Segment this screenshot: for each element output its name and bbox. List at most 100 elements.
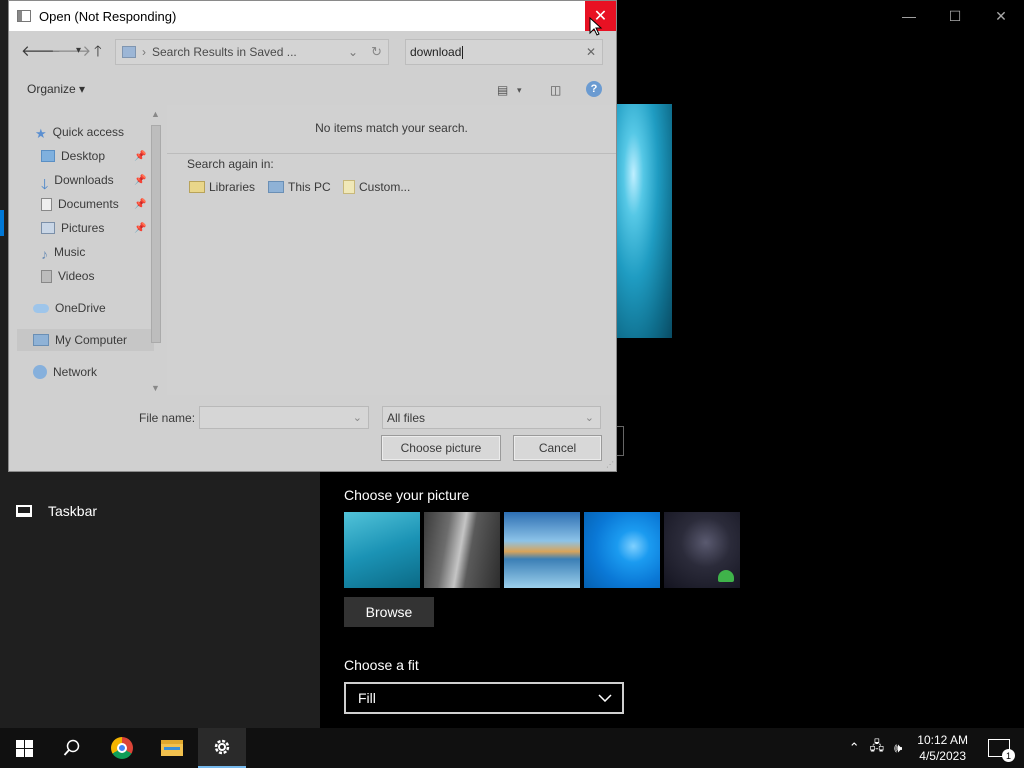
search-location-this-pc[interactable]: This PC (268, 180, 331, 194)
dialog-navigation-bar: 🡐 🡒 ▾ 🡑 › Search Results in Saved ... ⌄ … (9, 31, 616, 73)
pin-icon: 📌 (134, 223, 147, 234)
forward-arrow-icon[interactable]: 🡒 (51, 41, 91, 60)
libraries-icon (189, 181, 205, 193)
chevron-down-icon[interactable]: ⌄ (353, 411, 362, 424)
chrome-icon (111, 737, 133, 759)
computer-icon (268, 181, 284, 193)
scroll-down-icon[interactable]: ▼ (151, 383, 160, 393)
recent-locations-chevron-icon[interactable]: ▾ (76, 45, 81, 56)
download-icon: 🡓 (41, 176, 49, 192)
chevron-down-icon (598, 694, 612, 702)
file-name-field[interactable]: ⌄ (199, 406, 369, 429)
nav-item-label: Pictures (61, 221, 105, 235)
selected-nav-indicator (0, 210, 4, 236)
search-folder-icon (122, 46, 136, 58)
choose-picture-button[interactable]: Choose picture (381, 435, 501, 461)
nav-item-onedrive[interactable]: OneDrive (33, 301, 106, 315)
choose-picture-heading: Choose your picture (344, 487, 470, 503)
file-type-dropdown[interactable]: All files ⌄ (382, 406, 601, 429)
star-icon: ★ (35, 126, 47, 141)
help-icon[interactable]: ? (586, 81, 602, 97)
document-icon (41, 197, 52, 211)
nav-item-videos[interactable]: Videos (41, 269, 94, 283)
scroll-up-icon[interactable]: ▲ (151, 109, 160, 119)
scroll-thumb[interactable] (151, 125, 161, 343)
resize-grip-icon[interactable]: ⋰ (606, 460, 614, 469)
view-options-chevron-icon[interactable]: ▾ (517, 85, 522, 96)
picture-thumbnail[interactable] (344, 512, 420, 588)
file-list-pane: No items match your search. Search again… (167, 105, 616, 395)
fit-dropdown-value: Fill (358, 690, 376, 706)
nav-item-label: OneDrive (55, 301, 106, 315)
action-center-button[interactable]: 1 (988, 739, 1015, 762)
fit-dropdown[interactable]: Fill (344, 682, 624, 714)
notification-count-badge: 1 (1002, 749, 1015, 762)
nav-item-desktop[interactable]: Desktop (41, 149, 105, 163)
search-icon (63, 739, 80, 756)
minimize-button[interactable]: — (886, 0, 932, 32)
taskbar: ⌃ 🖧 🕪 10:12 AM 4/5/2023 1 (0, 728, 1024, 768)
taskbar-chrome[interactable] (98, 728, 146, 768)
picture-thumbnail[interactable] (424, 512, 500, 588)
nav-item-label: Desktop (61, 149, 106, 163)
dialog-title: Open (Not Responding) (39, 8, 177, 24)
volume-icon[interactable]: 🕪 (894, 740, 902, 756)
dialog-titlebar[interactable]: Open (Not Responding) ✕ (9, 1, 616, 31)
network-icon (33, 365, 47, 379)
search-location-label: This PC (288, 180, 331, 194)
nav-item-quick-access[interactable]: ★ Quick access (35, 125, 125, 141)
chevron-down-icon: ⌄ (584, 412, 594, 424)
up-arrow-icon[interactable]: 🡑 (94, 41, 102, 66)
breadcrumb-separator-icon: › (142, 45, 146, 59)
clear-search-icon[interactable]: ✕ (586, 45, 596, 59)
address-dropdown-chevron-icon[interactable]: ⌄ (348, 45, 358, 59)
network-icon[interactable]: 🖧 (870, 737, 885, 759)
nav-item-downloads[interactable]: 🡓 Downloads (41, 173, 114, 192)
picture-thumbnail[interactable] (584, 512, 660, 588)
nav-item-my-computer[interactable]: My Computer (33, 333, 127, 347)
clock[interactable]: 10:12 AM 4/5/2023 (917, 732, 968, 764)
background-preview-image (617, 104, 672, 338)
nav-item-label: Quick access (52, 125, 125, 139)
picture-thumbnail[interactable] (664, 512, 740, 588)
maximize-button[interactable]: ☐ (932, 0, 978, 32)
close-button[interactable]: ✕ (978, 0, 1024, 32)
browse-button[interactable]: Browse (344, 597, 434, 627)
search-input[interactable]: download ✕ (405, 39, 603, 65)
file-type-value: All files (387, 410, 426, 425)
pin-icon: 📌 (134, 175, 147, 186)
nav-item-music[interactable]: ♪ Music (41, 245, 85, 262)
taskbar-search-button[interactable] (48, 728, 96, 768)
nav-item-taskbar[interactable]: Taskbar (16, 503, 97, 519)
search-location-label: Custom... (359, 180, 411, 194)
computer-icon (33, 334, 49, 346)
nav-item-label: Documents (58, 197, 119, 211)
preview-frame (617, 426, 624, 456)
address-bar[interactable]: › Search Results in Saved ... ⌄ ↻ (115, 39, 389, 65)
refresh-icon[interactable]: ↻ (371, 44, 382, 60)
system-tray: ⌃ 🖧 🕪 10:12 AM 4/5/2023 1 (844, 728, 1024, 768)
cancel-button[interactable]: Cancel (513, 435, 602, 461)
dialog-app-icon (17, 10, 31, 22)
organize-menu-button[interactable]: Organize ▾ (27, 82, 85, 96)
taskbar-settings[interactable] (198, 728, 246, 768)
nav-item-label: Videos (58, 269, 95, 283)
start-button[interactable] (0, 728, 48, 768)
search-location-custom[interactable]: Custom... (343, 180, 410, 194)
file-name-label: File name: (139, 411, 196, 425)
preview-pane-icon[interactable]: ◫ (550, 83, 561, 97)
divider (167, 153, 616, 154)
videos-icon (41, 269, 52, 283)
custom-location-icon (343, 180, 355, 194)
nav-item-documents[interactable]: Documents (41, 197, 119, 211)
taskbar-file-explorer[interactable] (148, 728, 196, 768)
dialog-toolbar: Organize ▾ ▤ ▾ ◫ ? (9, 73, 616, 105)
search-location-libraries[interactable]: Libraries (189, 180, 255, 194)
nav-item-network[interactable]: Network (33, 365, 97, 379)
nav-item-pictures[interactable]: Pictures (41, 221, 104, 235)
nav-pane-scrollbar[interactable]: ▲ ▼ (148, 109, 164, 395)
desktop-screen: Taskbar — ☐ ✕ Choose your picture Browse… (0, 0, 1024, 768)
picture-thumbnail[interactable] (504, 512, 580, 588)
view-options-icon[interactable]: ▤ (497, 83, 508, 97)
show-hidden-icons-chevron-icon[interactable]: ⌃ (849, 740, 860, 756)
